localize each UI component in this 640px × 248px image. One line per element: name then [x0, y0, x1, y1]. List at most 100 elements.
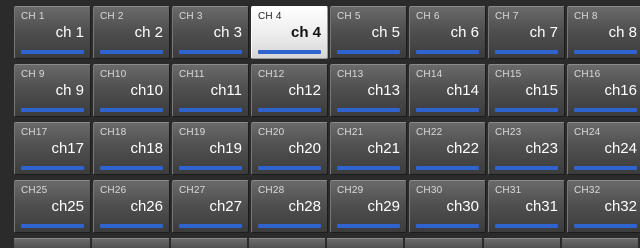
channel-button[interactable]: CH26 ch26 [93, 180, 170, 233]
channel-id-label: CH 6 [416, 11, 440, 22]
channel-button[interactable]: CH30 ch30 [409, 180, 486, 233]
channel-color-bar [21, 50, 84, 54]
channel-name-label: ch23 [525, 140, 558, 157]
channel-button[interactable]: CH17 ch17 [14, 122, 91, 175]
channel-row: CH 1 ch 1 CH 2 ch 2 CH 3 ch 3 CH 4 ch 4 CH 5… [14, 6, 640, 62]
channel-color-bar [21, 224, 84, 228]
channel-id-label: CH 4 [258, 11, 282, 22]
channel-button[interactable]: CH 5 ch 5 [330, 6, 407, 59]
channel-color-bar [574, 108, 637, 112]
channel-name-label: ch16 [604, 82, 637, 99]
channel-button[interactable]: CH 1 ch 1 [14, 6, 91, 59]
channel-color-bar [574, 224, 637, 228]
channel-color-bar [416, 108, 479, 112]
channel-id-label: CH31 [495, 185, 522, 196]
channel-color-bar [100, 224, 163, 228]
channel-id-label: CH18 [100, 127, 127, 138]
channel-id-label: CH13 [337, 69, 364, 80]
channel-id-label: CH23 [495, 127, 522, 138]
channel-button[interactable]: CH31 ch31 [488, 180, 565, 233]
channel-button[interactable]: CH29 ch29 [330, 180, 407, 233]
channel-color-bar [337, 224, 400, 228]
channel-id-label: CH19 [179, 127, 206, 138]
channel-name-label: ch31 [525, 198, 558, 215]
channel-color-bar [495, 224, 558, 228]
channel-button[interactable]: CH19 ch19 [172, 122, 249, 175]
channel-name-label: ch 3 [213, 24, 242, 41]
channel-name-label: ch27 [209, 198, 242, 215]
channel-name-label: ch 1 [55, 24, 84, 41]
channel-button[interactable]: CH27 ch27 [172, 180, 249, 233]
channel-button[interactable]: CH10 ch10 [93, 64, 170, 117]
channel-color-bar [495, 108, 558, 112]
channel-button[interactable]: CH22 ch22 [409, 122, 486, 175]
channel-button[interactable]: CH24 ch24 [567, 122, 640, 175]
channel-color-bar [100, 108, 163, 112]
channel-name-label: ch28 [288, 198, 321, 215]
channel-id-label: CH30 [416, 185, 443, 196]
channel-name-label: ch14 [446, 82, 479, 99]
channel-id-label: CH29 [337, 185, 364, 196]
channel-name-label: ch32 [604, 198, 637, 215]
channel-id-label: CH32 [574, 185, 601, 196]
channel-name-label: ch 2 [134, 24, 163, 41]
channel-name-label: ch 7 [529, 24, 558, 41]
channel-button[interactable]: CH12 ch12 [251, 64, 328, 117]
channel-button[interactable]: CH11 ch11 [172, 64, 249, 117]
channel-button[interactable]: CH23 ch23 [488, 122, 565, 175]
channel-button[interactable]: CH20 ch20 [251, 122, 328, 175]
channel-button[interactable]: CH13 ch13 [330, 64, 407, 117]
channel-id-label: CH 1 [21, 11, 45, 22]
channel-button[interactable]: CH32 ch32 [567, 180, 640, 233]
channel-button[interactable]: CH 9 ch 9 [14, 64, 91, 117]
channel-name-label: ch21 [367, 140, 400, 157]
channel-button[interactable]: CH25 ch25 [14, 180, 91, 233]
channel-name-label: ch25 [51, 198, 84, 215]
channel-name-label: ch29 [367, 198, 400, 215]
channel-name-label: ch18 [130, 140, 163, 157]
channel-id-label: CH21 [337, 127, 364, 138]
channel-button[interactable]: CH15 ch15 [488, 64, 565, 117]
channel-select-grid: CH 1 ch 1 CH 2 ch 2 CH 3 ch 3 CH 4 ch 4 CH 5… [14, 6, 640, 238]
channel-color-bar [100, 50, 163, 54]
channel-button[interactable]: CH 7 ch 7 [488, 6, 565, 59]
channel-name-label: ch19 [209, 140, 242, 157]
channel-button[interactable]: CH18 ch18 [93, 122, 170, 175]
channel-name-label: ch11 [210, 82, 242, 99]
channel-button[interactable]: CH 6 ch 6 [409, 6, 486, 59]
channel-color-bar [337, 50, 400, 54]
channel-id-label: CH27 [179, 185, 206, 196]
channel-button[interactable]: CH 2 ch 2 [93, 6, 170, 59]
channel-color-bar [337, 166, 400, 170]
channel-id-label: CH10 [100, 69, 127, 80]
channel-id-label: CH12 [258, 69, 285, 80]
channel-button[interactable]: CH 8 ch 8 [567, 6, 640, 59]
channel-button[interactable]: CH28 ch28 [251, 180, 328, 233]
channel-button-selected[interactable]: CH 4 ch 4 [251, 6, 328, 59]
channel-row: CH17 ch17 CH18 ch18 CH19 ch19 CH20 ch20 CH21… [14, 122, 640, 178]
channel-id-label: CH 8 [574, 11, 598, 22]
channel-color-bar [574, 50, 637, 54]
channel-color-bar [416, 50, 479, 54]
channel-button[interactable]: CH14 ch14 [409, 64, 486, 117]
channel-name-label: ch10 [130, 82, 163, 99]
channel-id-label: CH20 [258, 127, 285, 138]
channel-id-label: CH25 [21, 185, 48, 196]
channel-name-label: ch20 [288, 140, 321, 157]
channel-row: CH 9 ch 9 CH10 ch10 CH11 ch11 CH12 ch12 CH13… [14, 64, 640, 120]
channel-color-bar [258, 50, 321, 54]
channel-button[interactable]: CH21 ch21 [330, 122, 407, 175]
channel-color-bar [416, 224, 479, 228]
channel-name-label: ch17 [51, 140, 84, 157]
channel-color-bar [574, 166, 637, 170]
channel-id-label: CH28 [258, 185, 285, 196]
channel-color-bar [258, 224, 321, 228]
channel-button[interactable]: CH 3 ch 3 [172, 6, 249, 59]
channel-color-bar [179, 50, 242, 54]
channel-name-label: ch30 [446, 198, 479, 215]
channel-name-label: ch22 [446, 140, 479, 157]
channel-color-bar [495, 50, 558, 54]
channel-id-label: CH24 [574, 127, 601, 138]
channel-id-label: CH 2 [100, 11, 124, 22]
channel-button[interactable]: CH16 ch16 [567, 64, 640, 117]
